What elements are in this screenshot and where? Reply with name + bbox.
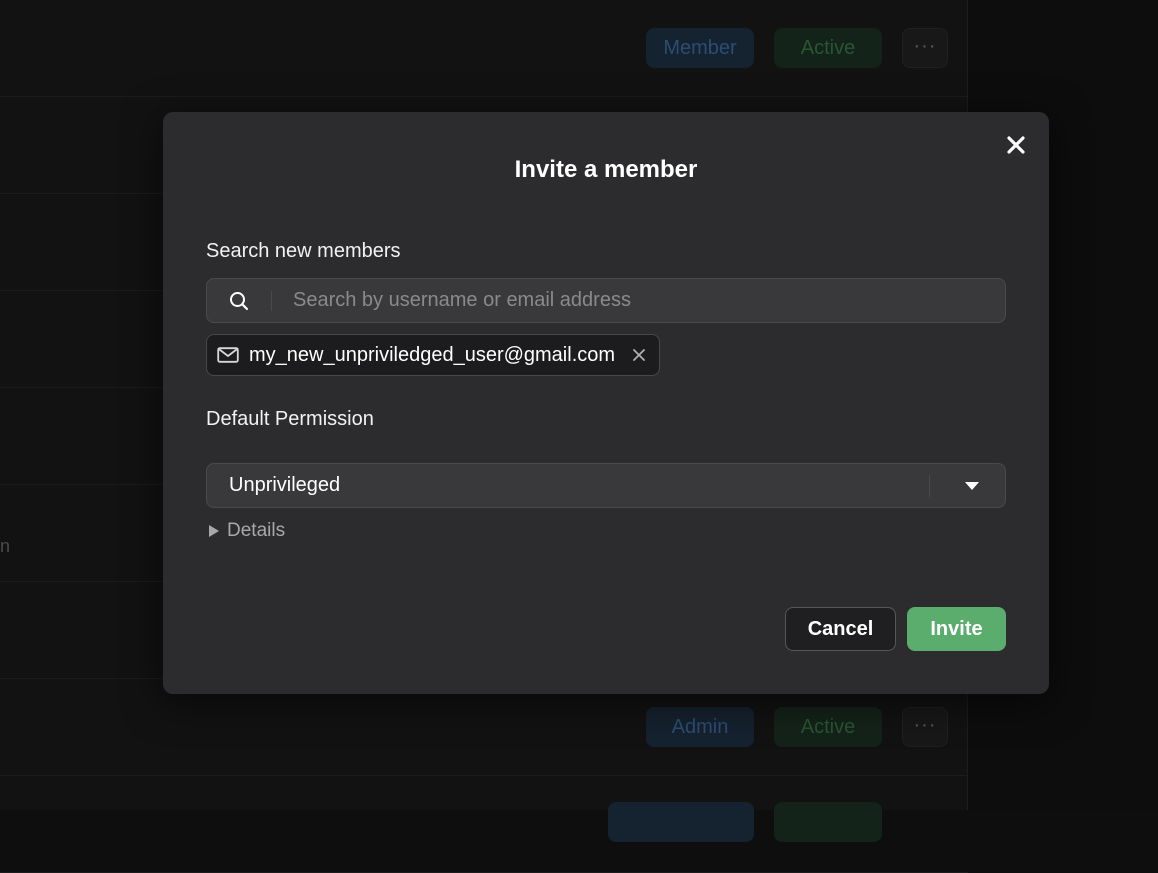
search-divider — [271, 291, 272, 311]
search-icon — [230, 292, 249, 311]
triangle-right-icon — [209, 525, 219, 537]
search-members-label: Search new members — [206, 240, 401, 262]
close-icon — [1007, 136, 1025, 154]
permission-select[interactable]: Unprivileged — [206, 463, 1006, 508]
status-badge — [774, 802, 882, 842]
role-badge: Member — [646, 28, 754, 68]
invite-member-dialog: Invite a member Search new members my_ne… — [163, 112, 1049, 694]
cancel-button[interactable]: Cancel — [785, 607, 896, 651]
status-badge: Active — [774, 28, 882, 68]
details-label: Details — [227, 520, 286, 541]
member-search-field[interactable] — [206, 278, 1006, 323]
caret-down-icon — [965, 482, 979, 490]
invite-button[interactable]: Invite — [907, 607, 1006, 651]
remove-chip-icon[interactable] — [631, 347, 647, 363]
search-input[interactable] — [293, 279, 993, 322]
status-badge: Active — [774, 707, 882, 747]
member-row: Member Active ··· — [0, 0, 968, 97]
dialog-title: Invite a member — [514, 156, 698, 183]
chip-label: my_new_unpriviledged_user@gmail.com — [249, 343, 616, 366]
close-button[interactable] — [1005, 134, 1027, 156]
selected-member-chip: my_new_unpriviledged_user@gmail.com — [206, 334, 661, 376]
details-toggle[interactable]: Details — [209, 520, 285, 542]
member-row — [0, 776, 968, 873]
more-options-button[interactable]: ··· — [902, 28, 948, 68]
mail-icon — [217, 347, 239, 363]
more-options-button[interactable]: ··· — [902, 707, 948, 747]
member-row-text: n — [0, 536, 11, 556]
role-badge — [608, 802, 754, 842]
permission-selected-value: Unprivileged — [229, 474, 341, 496]
role-badge: Admin — [646, 707, 754, 747]
default-permission-label: Default Permission — [206, 408, 374, 430]
select-divider — [929, 475, 930, 497]
